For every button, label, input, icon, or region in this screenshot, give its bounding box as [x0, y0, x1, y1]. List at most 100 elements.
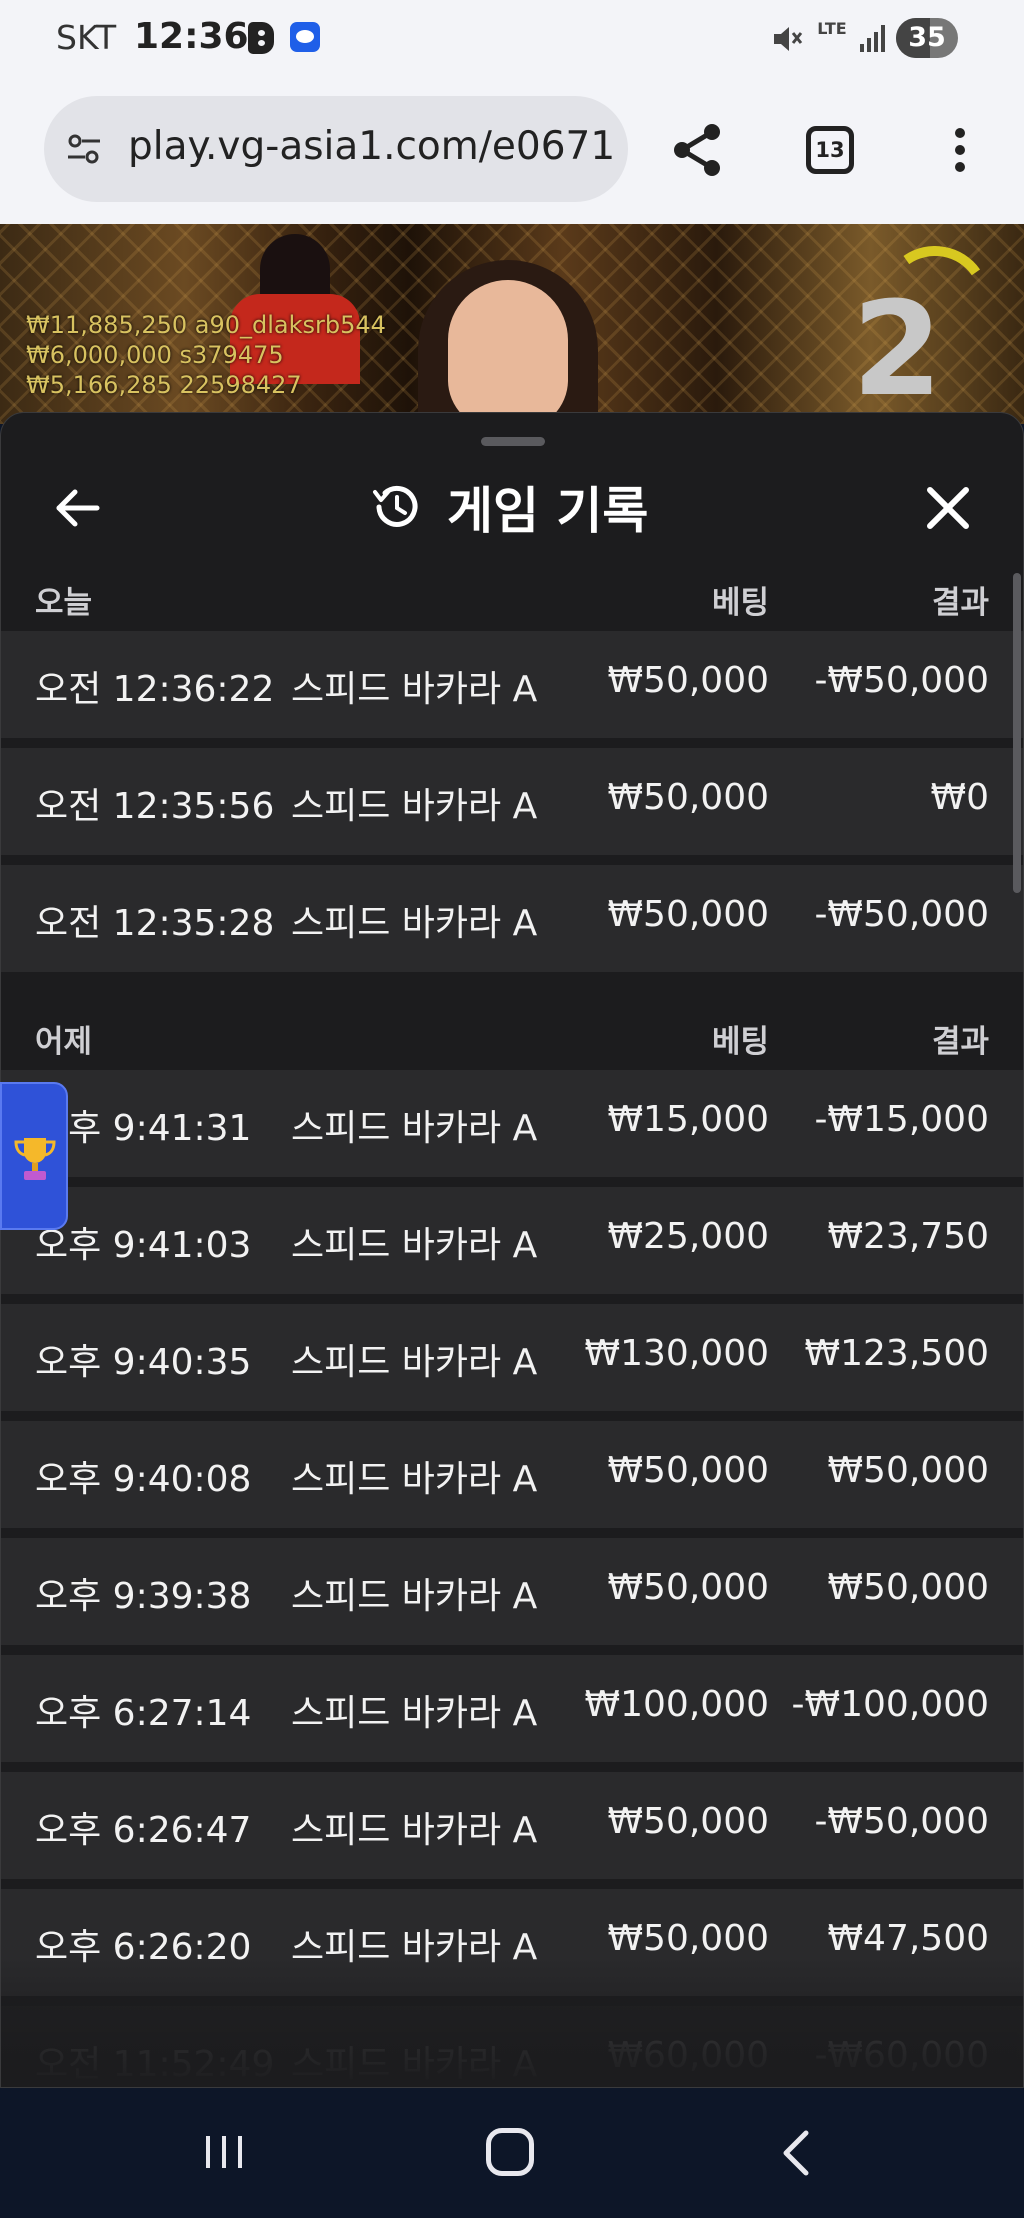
winner-line: ₩5,166,285 22598427: [26, 371, 302, 399]
row-result: ₩50,000: [827, 1567, 989, 1608]
row-bet: ₩60,000: [607, 2035, 769, 2076]
row-time: 오후 9:39:38: [35, 1576, 252, 1617]
row-game: 스피드 바카라 A: [291, 1810, 538, 1851]
row-game: 스피드 바카라 A: [291, 1459, 538, 1500]
carrier-label: SKT: [56, 18, 117, 57]
row-bet: ₩50,000: [607, 1801, 769, 1842]
close-icon[interactable]: [923, 483, 973, 533]
browser-toolbar: play.vg-asia1.com/e06715 13: [0, 82, 1024, 224]
row-result: -₩50,000: [814, 660, 989, 701]
row-result: ₩50,000: [827, 1450, 989, 1491]
site-settings-icon[interactable]: [66, 131, 102, 167]
clock: 12:36: [134, 16, 249, 57]
recent-apps-icon[interactable]: [202, 2132, 246, 2172]
row-game: 스피드 바카라 A: [291, 903, 538, 944]
history-row[interactable]: 오후 9:39:38 스피드 바카라 A ₩50,000 ₩50,000: [1, 1538, 1023, 1645]
row-result: ₩0: [930, 777, 990, 818]
section-day-label: 어제: [35, 1024, 93, 1060]
row-bet: ₩50,000: [607, 1918, 769, 1959]
row-time: 오후 6:27:14: [35, 1693, 252, 1734]
chat-app-icon: [290, 22, 320, 52]
status-bar: SKT 12:36 LTE 35: [0, 0, 1024, 82]
row-game: 스피드 바카라 A: [291, 1225, 538, 1266]
section-divider: [1, 982, 1023, 1002]
back-arrow-icon[interactable]: [53, 483, 103, 533]
row-bet: ₩50,000: [607, 660, 769, 701]
share-icon[interactable]: [670, 120, 726, 180]
history-row[interactable]: 오후 6:27:14 스피드 바카라 A ₩100,000 -₩100,000: [1, 1655, 1023, 1762]
row-time: 오전 12:35:28: [35, 903, 275, 944]
history-row[interactable]: 오후 6:26:47 스피드 바카라 A ₩50,000 -₩50,000: [1, 1772, 1023, 1879]
row-bet: ₩130,000: [584, 1333, 769, 1374]
row-result: -₩15,000: [814, 1099, 989, 1140]
battery-indicator: 35: [896, 18, 958, 58]
bet-column-header: 베팅: [711, 585, 769, 621]
row-game: 스피드 바카라 A: [291, 786, 538, 827]
history-row[interactable]: 오후 6:26:20 스피드 바카라 A ₩50,000 ₩47,500: [1, 1889, 1023, 1996]
history-row[interactable]: 오후 9:40:35 스피드 바카라 A ₩130,000 ₩123,500: [1, 1304, 1023, 1411]
row-result: -₩100,000: [791, 1684, 989, 1725]
sheet-drag-handle[interactable]: [481, 437, 545, 446]
row-bet: ₩100,000: [584, 1684, 769, 1725]
signal-icon: [860, 25, 885, 52]
row-game: 스피드 바카라 A: [291, 1342, 538, 1383]
row-game: 스피드 바카라 A: [291, 669, 538, 710]
row-result: ₩23,750: [827, 1216, 989, 1257]
section-header-today: 오늘 베팅 결과: [1, 563, 1023, 631]
result-column-header: 결과: [931, 1024, 989, 1060]
tab-switcher-button[interactable]: 13: [806, 126, 854, 174]
row-time: 오후 9:40:08: [35, 1459, 252, 1500]
battery-level: 35: [908, 22, 946, 53]
mute-icon: [774, 27, 803, 51]
address-bar[interactable]: play.vg-asia1.com/e06715: [44, 96, 628, 202]
row-game: 스피드 바카라 A: [291, 1693, 538, 1734]
network-type: LTE: [817, 19, 847, 38]
history-row[interactable]: 오후 9:41:03 스피드 바카라 A ₩25,000 ₩23,750: [1, 1187, 1023, 1294]
row-time: 오후 9:41:03: [35, 1225, 252, 1266]
row-time: 오후 6:26:20: [35, 1927, 252, 1968]
game-history-sheet: 게임 기록 오늘 베팅 결과 오전 12:36:22 스피드 바카라 A ₩50…: [0, 412, 1024, 2088]
result-column-header: 결과: [931, 585, 989, 621]
row-bet: ₩50,000: [607, 894, 769, 935]
row-game: 스피드 바카라 A: [291, 1108, 538, 1149]
more-menu-icon[interactable]: [946, 120, 974, 180]
history-row[interactable]: 오전 12:36:22 스피드 바카라 A ₩50,000 -₩50,000: [1, 631, 1023, 738]
bet-column-header: 베팅: [711, 1024, 769, 1060]
row-time: 오전 12:35:56: [35, 786, 275, 827]
dealer-face: [448, 280, 568, 424]
winner-line: ₩11,885,250 a90_dlaksrb544: [26, 311, 386, 339]
home-icon[interactable]: [486, 2128, 534, 2176]
row-game: 스피드 바카라 A: [291, 1927, 538, 1968]
row-result: -₩50,000: [814, 894, 989, 935]
system-navigation-bar: [0, 2088, 1024, 2218]
history-row[interactable]: 오전 12:35:28 스피드 바카라 A ₩50,000 -₩50,000: [1, 865, 1023, 972]
row-bet: ₩50,000: [607, 1567, 769, 1608]
row-result: -₩50,000: [814, 1801, 989, 1842]
sheet-header: 게임 기록: [1, 453, 1023, 563]
history-row[interactable]: 오후 9:41:31 스피드 바카라 A ₩15,000 -₩15,000: [1, 1070, 1023, 1177]
back-icon[interactable]: [776, 2128, 816, 2178]
sheet-title-group: 게임 기록: [369, 475, 648, 540]
row-result: ₩47,500: [827, 1918, 989, 1959]
history-list[interactable]: 오늘 베팅 결과 오전 12:36:22 스피드 바카라 A ₩50,000 -…: [1, 563, 1023, 2087]
row-result: -₩60,000: [814, 2035, 989, 2076]
row-time: 오후 9:40:35: [35, 1342, 252, 1383]
leaderboard-tab[interactable]: [0, 1082, 68, 1230]
band-app-icon: [248, 22, 274, 54]
url-text[interactable]: play.vg-asia1.com/e06715: [128, 124, 618, 169]
history-row[interactable]: 오후 9:40:08 스피드 바카라 A ₩50,000 ₩50,000: [1, 1421, 1023, 1528]
history-row[interactable]: 오전 12:35:56 스피드 바카라 A ₩50,000 ₩0: [1, 748, 1023, 855]
section-day-label: 오늘: [35, 585, 93, 621]
row-time: 오전 12:36:22: [35, 669, 275, 710]
row-bet: ₩50,000: [607, 777, 769, 818]
history-icon: [373, 485, 418, 527]
row-bet: ₩50,000: [607, 1450, 769, 1491]
row-time: 오후 6:26:47: [35, 1810, 252, 1851]
row-time: 오전 11:52:49: [35, 2044, 275, 2085]
winners-ticker: ₩11,885,250 a90_dlaksrb544 ₩6,000,000 s3…: [26, 310, 386, 400]
history-row[interactable]: 오전 11:52:49 스피드 바카라 A ₩60,000 -₩60,000: [1, 2006, 1023, 2087]
sheet-title: 게임 기록: [447, 482, 649, 540]
row-bet: ₩25,000: [607, 1216, 769, 1257]
list-scrollbar[interactable]: [1013, 573, 1021, 893]
countdown-number: 2: [852, 273, 943, 424]
